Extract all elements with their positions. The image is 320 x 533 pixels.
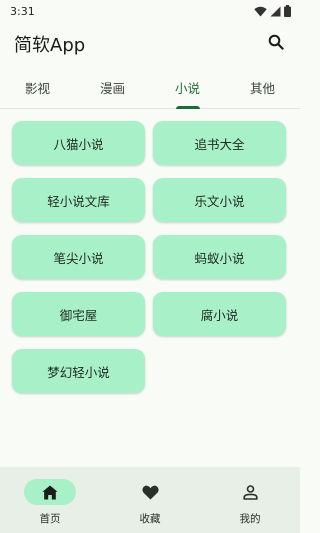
source-card-bijian[interactable]: 笔尖小说: [12, 235, 145, 279]
bottom-navigation: 首页 收藏 我的: [0, 467, 300, 533]
battery-icon: [284, 5, 291, 17]
status-icons: [254, 5, 291, 17]
nav-profile-label: 我的: [239, 513, 261, 525]
heart-icon: [124, 479, 176, 505]
search-button[interactable]: [264, 32, 288, 56]
nav-home-label: 首页: [39, 513, 61, 525]
status-bar: 3:31: [0, 0, 300, 22]
source-card-menghuan[interactable]: 梦幻轻小说: [12, 349, 145, 393]
home-icon: [24, 479, 76, 505]
source-card-zhuishu[interactable]: 追书大全: [153, 121, 286, 165]
app-bar: 简软App: [0, 22, 300, 66]
tab-novels[interactable]: 小说: [150, 66, 225, 109]
nav-home[interactable]: 首页: [0, 467, 100, 533]
source-card-mayi[interactable]: 蚂蚁小说: [153, 235, 286, 279]
app-title: 简软App: [14, 35, 86, 56]
category-tabs: 影视 漫画 小说 其他: [0, 66, 300, 109]
status-time: 3:31: [10, 4, 35, 18]
tab-others[interactable]: 其他: [225, 66, 300, 108]
source-card-bamao[interactable]: 八猫小说: [12, 121, 145, 165]
wifi-icon: [254, 6, 267, 17]
source-card-lewen[interactable]: 乐文小说: [153, 178, 286, 222]
signal-icon: [270, 6, 281, 17]
person-icon: [224, 479, 276, 505]
nav-favorites-label: 收藏: [139, 513, 161, 525]
source-card-yuzhaiwu[interactable]: 御宅屋: [12, 292, 145, 336]
source-grid: 八猫小说 追书大全 轻小说文库 乐文小说 笔尖小说 蚂蚁小说 御宅屋 腐小说 梦…: [0, 109, 300, 393]
tab-comics[interactable]: 漫画: [75, 66, 150, 108]
search-icon: [268, 34, 284, 54]
nav-favorites[interactable]: 收藏: [100, 467, 200, 533]
source-card-light-novel-library[interactable]: 轻小说文库: [12, 178, 145, 222]
source-card-fu[interactable]: 腐小说: [153, 292, 286, 336]
nav-profile[interactable]: 我的: [200, 467, 300, 533]
tab-movies[interactable]: 影视: [0, 66, 75, 108]
